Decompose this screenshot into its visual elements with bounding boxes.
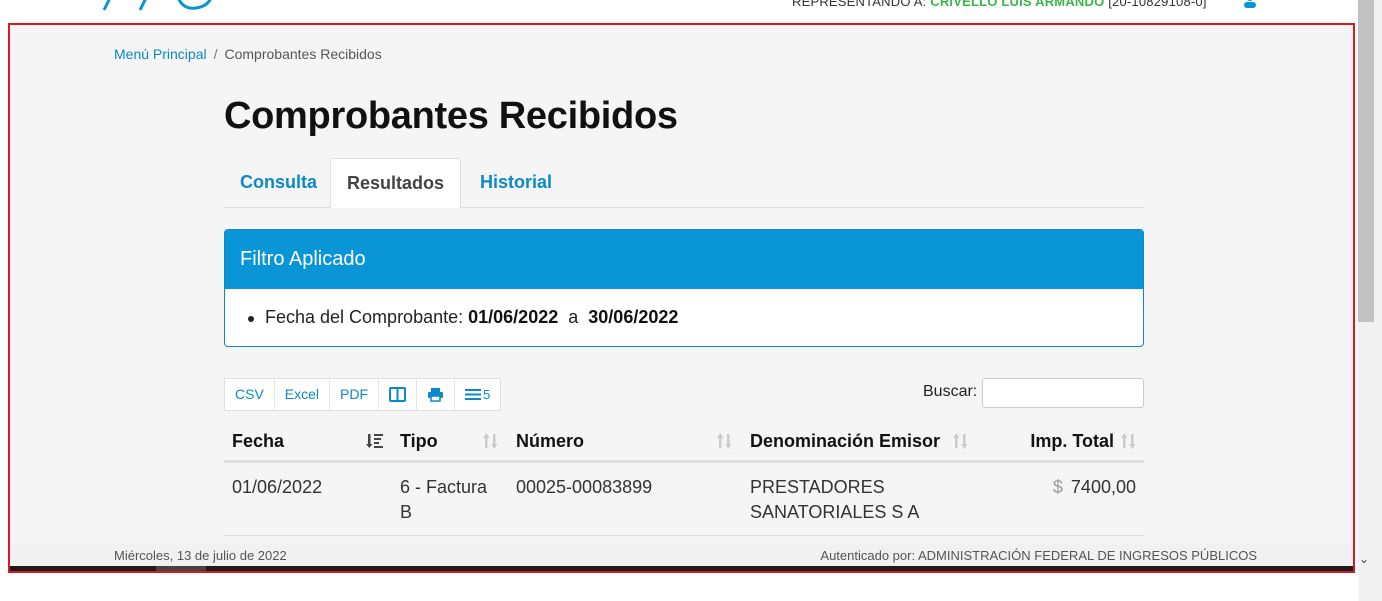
sort-icon (717, 433, 732, 449)
sort-icon (483, 433, 498, 449)
columns-button[interactable] (379, 379, 418, 410)
print-button[interactable] (417, 379, 456, 410)
bullet-icon (248, 316, 254, 322)
column-label: Imp. Total (1030, 430, 1114, 451)
list-icon (465, 389, 482, 400)
tab-bar: Consulta Resultados Historial (224, 158, 1144, 208)
breadcrumb-separator: / (213, 46, 218, 62)
main-content: Menú Principal / Comprobantes Recibidos Co… (8, 23, 1355, 573)
column-label: Denominación Emisor (750, 430, 941, 451)
filter-to-date: 30/06/2022 (588, 307, 679, 327)
currency-symbol: $ (1052, 477, 1063, 497)
logo (102, 0, 212, 11)
tab-resultados[interactable]: Resultados (330, 158, 462, 208)
footer-date: Miércoles, 13 de julio de 2022 (114, 548, 287, 563)
sort-icon (1121, 433, 1136, 449)
column-header-numero[interactable]: Número (508, 422, 742, 463)
cell-fecha: 01/06/2022 (224, 461, 392, 536)
tab-historial[interactable]: Historial (464, 158, 568, 206)
search-input[interactable] (982, 378, 1144, 408)
representing-info: REPRESENTANDO A: CRIVELLO LUIS ARMANDO [… (792, 0, 1207, 9)
representing-name: CRIVELLO LUIS ARMANDO (930, 0, 1105, 9)
scroll-down-arrow-icon[interactable]: ⌄ (1359, 552, 1369, 566)
cell-total: $7400,00 (978, 461, 1144, 536)
page-length-value: 5 (483, 387, 491, 402)
cell-tipo: 6 - Factura B (392, 461, 508, 536)
sort-icon (953, 433, 968, 449)
filter-panel-heading: Filtro Aplicado (225, 230, 1143, 289)
columns-icon (389, 387, 407, 402)
column-header-tipo[interactable]: Tipo (392, 422, 508, 463)
breadcrumb: Menú Principal / Comprobantes Recibidos (114, 46, 382, 62)
column-header-fecha[interactable]: Fecha (224, 422, 392, 463)
footer: Miércoles, 13 de julio de 2022 Autentica… (10, 543, 1353, 567)
breadcrumb-current: Comprobantes Recibidos (224, 46, 382, 62)
table-row[interactable]: 01/06/2022 6 - Factura B 00025-00083899 … (224, 461, 1144, 536)
footer-bar-segment (156, 566, 206, 571)
footer-bar (10, 566, 1353, 571)
top-header: REPRESENTANDO A: CRIVELLO LUIS ARMANDO [… (0, 0, 1358, 22)
filter-panel: Filtro Aplicado Fecha del Comprobante: 0… (224, 229, 1144, 347)
filter-panel-body: Fecha del Comprobante: 01/06/2022 a 30/0… (225, 289, 1143, 328)
export-toolbar: CSV Excel PDF 5 (224, 378, 502, 411)
total-amount: 7400,00 (1070, 477, 1136, 497)
cell-numero: 00025-00083899 (508, 461, 742, 536)
page-length-button[interactable]: 5 (455, 379, 500, 410)
filter-from-date: 01/06/2022 (468, 307, 559, 327)
csv-button[interactable]: CSV (225, 379, 275, 410)
cell-emisor: PRESTADORES SANATORIALES S A (742, 461, 978, 536)
column-label: Tipo (400, 430, 438, 451)
representing-cuit: [20-10829108-0] (1108, 0, 1207, 9)
column-label: Número (516, 430, 585, 451)
filter-label: Fecha del Comprobante: (265, 307, 464, 327)
tab-consulta[interactable]: Consulta (224, 158, 333, 206)
column-label: Fecha (232, 430, 285, 451)
user-icon[interactable] (1242, 0, 1258, 8)
excel-button[interactable]: Excel (275, 379, 331, 410)
sort-desc-active-icon (366, 434, 383, 448)
table-header-row: Fecha Tipo Número Denominación Emisor Im… (224, 422, 1144, 463)
pdf-button[interactable]: PDF (330, 379, 380, 410)
results-table: Fecha Tipo Número Denominación Emisor Im… (224, 422, 1144, 536)
column-header-total[interactable]: Imp. Total (978, 422, 1144, 463)
footer-auth: Autenticado por: ADMINISTRACIÓN FEDERAL … (820, 548, 1257, 563)
column-header-emisor[interactable]: Denominación Emisor (742, 422, 978, 463)
scrollbar-thumb[interactable] (1358, 0, 1374, 322)
representing-label: REPRESENTANDO A: (792, 0, 927, 9)
search-label: Buscar: (923, 383, 978, 400)
page-title: Comprobantes Recibidos (224, 95, 678, 137)
breadcrumb-home-link[interactable]: Menú Principal (114, 46, 207, 62)
filter-connector: a (568, 307, 579, 327)
print-icon (428, 388, 444, 402)
